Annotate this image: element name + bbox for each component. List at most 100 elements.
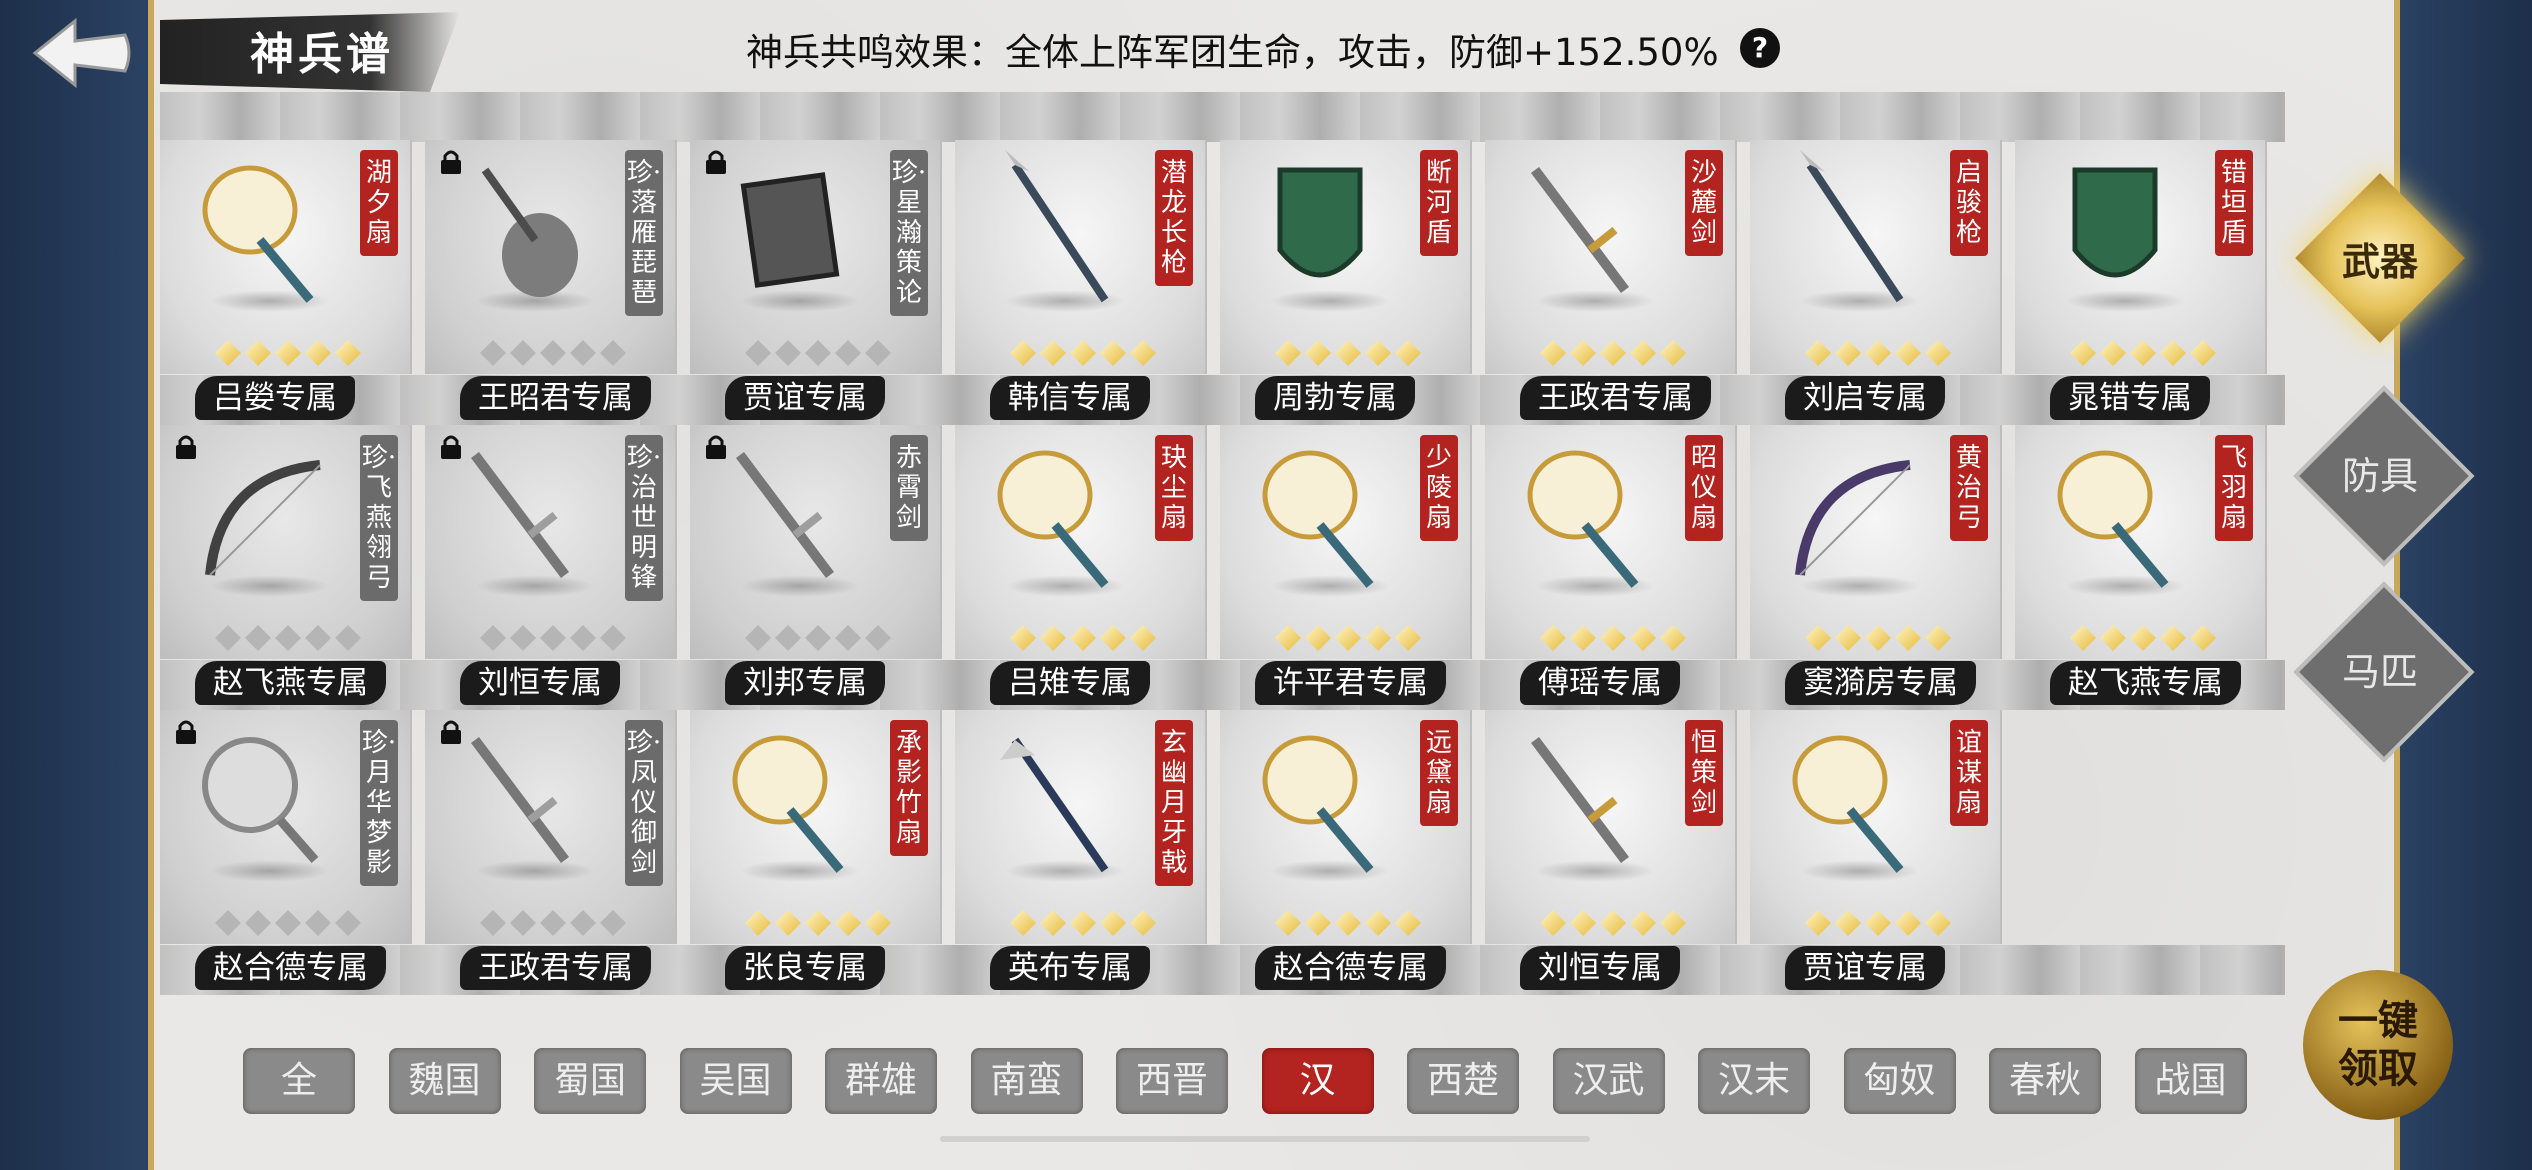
- star-icon: [335, 910, 361, 936]
- weapon-card[interactable]: 珍·星瀚策论: [690, 140, 942, 374]
- faction-filter-5[interactable]: 南蛮: [970, 1048, 1083, 1114]
- weapon-card[interactable]: 黄治弓: [1750, 425, 2002, 659]
- sword-icon: [1531, 737, 1629, 863]
- owner-banner: 王政君专属: [1485, 376, 1735, 420]
- star-icon: [245, 340, 271, 366]
- star-icon: [1275, 910, 1301, 936]
- weapon-card[interactable]: 珍·凤仪御剑: [425, 710, 677, 944]
- weapon-name-tag: 珍·治世明锋: [625, 435, 663, 601]
- fan-icon: [732, 735, 844, 873]
- weapon-card[interactable]: 潜龙长枪: [955, 140, 1207, 374]
- star-icon: [335, 340, 361, 366]
- star-icon: [1305, 340, 1331, 366]
- star-rating: [1805, 910, 1951, 936]
- owner-label: 窦漪房专属: [1785, 661, 1976, 705]
- weapon-card[interactable]: 断河盾: [1220, 140, 1472, 374]
- owner-label: 贾谊专属: [1785, 946, 1945, 990]
- weapon-card[interactable]: 飞羽扇: [2015, 425, 2267, 659]
- tab-label: 马匹: [2341, 649, 2418, 694]
- weapon-card[interactable]: 珍·飞燕翎弓: [160, 425, 412, 659]
- scroll-indicator: [940, 1136, 1590, 1142]
- star-icon: [805, 625, 831, 651]
- faction-filter-0[interactable]: 全: [243, 1048, 355, 1114]
- faction-filter-11[interactable]: 匈奴: [1843, 1048, 1956, 1114]
- star-icon: [745, 910, 771, 936]
- star-icon: [1130, 625, 1156, 651]
- star-icon: [2100, 340, 2126, 366]
- star-icon: [1130, 340, 1156, 366]
- star-icon: [1275, 625, 1301, 651]
- star-icon: [1335, 340, 1361, 366]
- weapon-card[interactable]: 沙麓剑: [1485, 140, 1737, 374]
- sword-icon: [1531, 167, 1629, 293]
- star-icon: [2160, 625, 2186, 651]
- bow-icon: [1795, 460, 1911, 576]
- star-icon: [1070, 910, 1096, 936]
- owner-label: 王昭君专属: [460, 376, 651, 420]
- tab-horses[interactable]: 马匹: [2293, 581, 2475, 763]
- weapon-card[interactable]: 珍·落雁琵琶: [425, 140, 677, 374]
- faction-filter-1[interactable]: 魏国: [388, 1048, 501, 1114]
- weapon-card[interactable]: 赤霄剑: [690, 425, 942, 659]
- star-rating: [1805, 625, 1951, 651]
- star-icon: [245, 910, 271, 936]
- faction-filter-13[interactable]: 战国: [2134, 1048, 2247, 1114]
- owner-label: 刘启专属: [1785, 376, 1945, 420]
- star-icon: [1570, 625, 1596, 651]
- sword-icon: [471, 452, 569, 578]
- star-icon: [2070, 625, 2096, 651]
- star-icon: [215, 910, 241, 936]
- owner-banner: 许平君专属: [1220, 661, 1470, 705]
- weapon-card[interactable]: 远黛扇: [1220, 710, 1472, 944]
- faction-filter-9[interactable]: 汉武: [1552, 1048, 1665, 1114]
- weapon-card[interactable]: 湖夕扇: [160, 140, 412, 374]
- faction-filter-10[interactable]: 汉末: [1698, 1048, 1810, 1114]
- faction-filter-12[interactable]: 春秋: [1989, 1048, 2101, 1114]
- weapon-name-tag: 恒策剑: [1685, 720, 1723, 826]
- weapon-card[interactable]: 启骏枪: [1750, 140, 2002, 374]
- tab-weapons[interactable]: 武器: [2295, 173, 2465, 343]
- star-icon: [1660, 625, 1686, 651]
- owner-label: 周勃专属: [1255, 376, 1415, 420]
- star-icon: [1010, 340, 1036, 366]
- weapon-card[interactable]: 玦尘扇: [955, 425, 1207, 659]
- mirror-icon: [202, 737, 319, 863]
- weapon-card[interactable]: 恒策剑: [1485, 710, 1737, 944]
- star-rating: [480, 340, 626, 366]
- weapon-name-tag: 珍·星瀚策论: [890, 150, 928, 316]
- star-icon: [1040, 340, 1066, 366]
- faction-filter-8[interactable]: 西楚: [1407, 1048, 1519, 1114]
- faction-filter-7[interactable]: 汉: [1261, 1048, 1374, 1114]
- weapon-card[interactable]: 珍·治世明锋: [425, 425, 677, 659]
- star-icon: [1395, 910, 1421, 936]
- star-icon: [835, 340, 861, 366]
- tab-armor[interactable]: 防具: [2293, 385, 2475, 567]
- faction-filter-2[interactable]: 蜀国: [534, 1048, 646, 1114]
- weapon-card[interactable]: 昭仪扇: [1485, 425, 1737, 659]
- owner-label: 赵飞燕专属: [195, 661, 386, 705]
- star-icon: [1925, 910, 1951, 936]
- star-icon: [1395, 340, 1421, 366]
- faction-filter-3[interactable]: 吴国: [679, 1048, 792, 1114]
- owner-label: 赵飞燕专属: [2050, 661, 2241, 705]
- owner-label: 王政君专属: [460, 946, 651, 990]
- lock-icon: [706, 435, 726, 459]
- star-icon: [865, 910, 891, 936]
- weapon-card[interactable]: 玄幽月牙戟: [955, 710, 1207, 944]
- book-icon: [740, 172, 840, 288]
- weapon-card[interactable]: 少陵扇: [1220, 425, 1472, 659]
- help-icon[interactable]: ?: [1740, 28, 1780, 68]
- weapon-card[interactable]: 珍·月华梦影: [160, 710, 412, 944]
- back-button[interactable]: [20, 8, 140, 98]
- spear-icon: [1800, 150, 1904, 303]
- star-rating: [480, 910, 626, 936]
- weapon-card[interactable]: 谊谋扇: [1750, 710, 2002, 944]
- star-rating: [215, 910, 361, 936]
- weapon-card[interactable]: 错垣盾: [2015, 140, 2267, 374]
- faction-filter-6[interactable]: 西晋: [1116, 1048, 1228, 1114]
- star-icon: [540, 910, 566, 936]
- weapon-card[interactable]: 承影竹扇: [690, 710, 942, 944]
- faction-filter-4[interactable]: 群雄: [825, 1048, 937, 1114]
- claim-all-button[interactable]: 一键 领取: [2303, 970, 2453, 1120]
- star-icon: [570, 625, 596, 651]
